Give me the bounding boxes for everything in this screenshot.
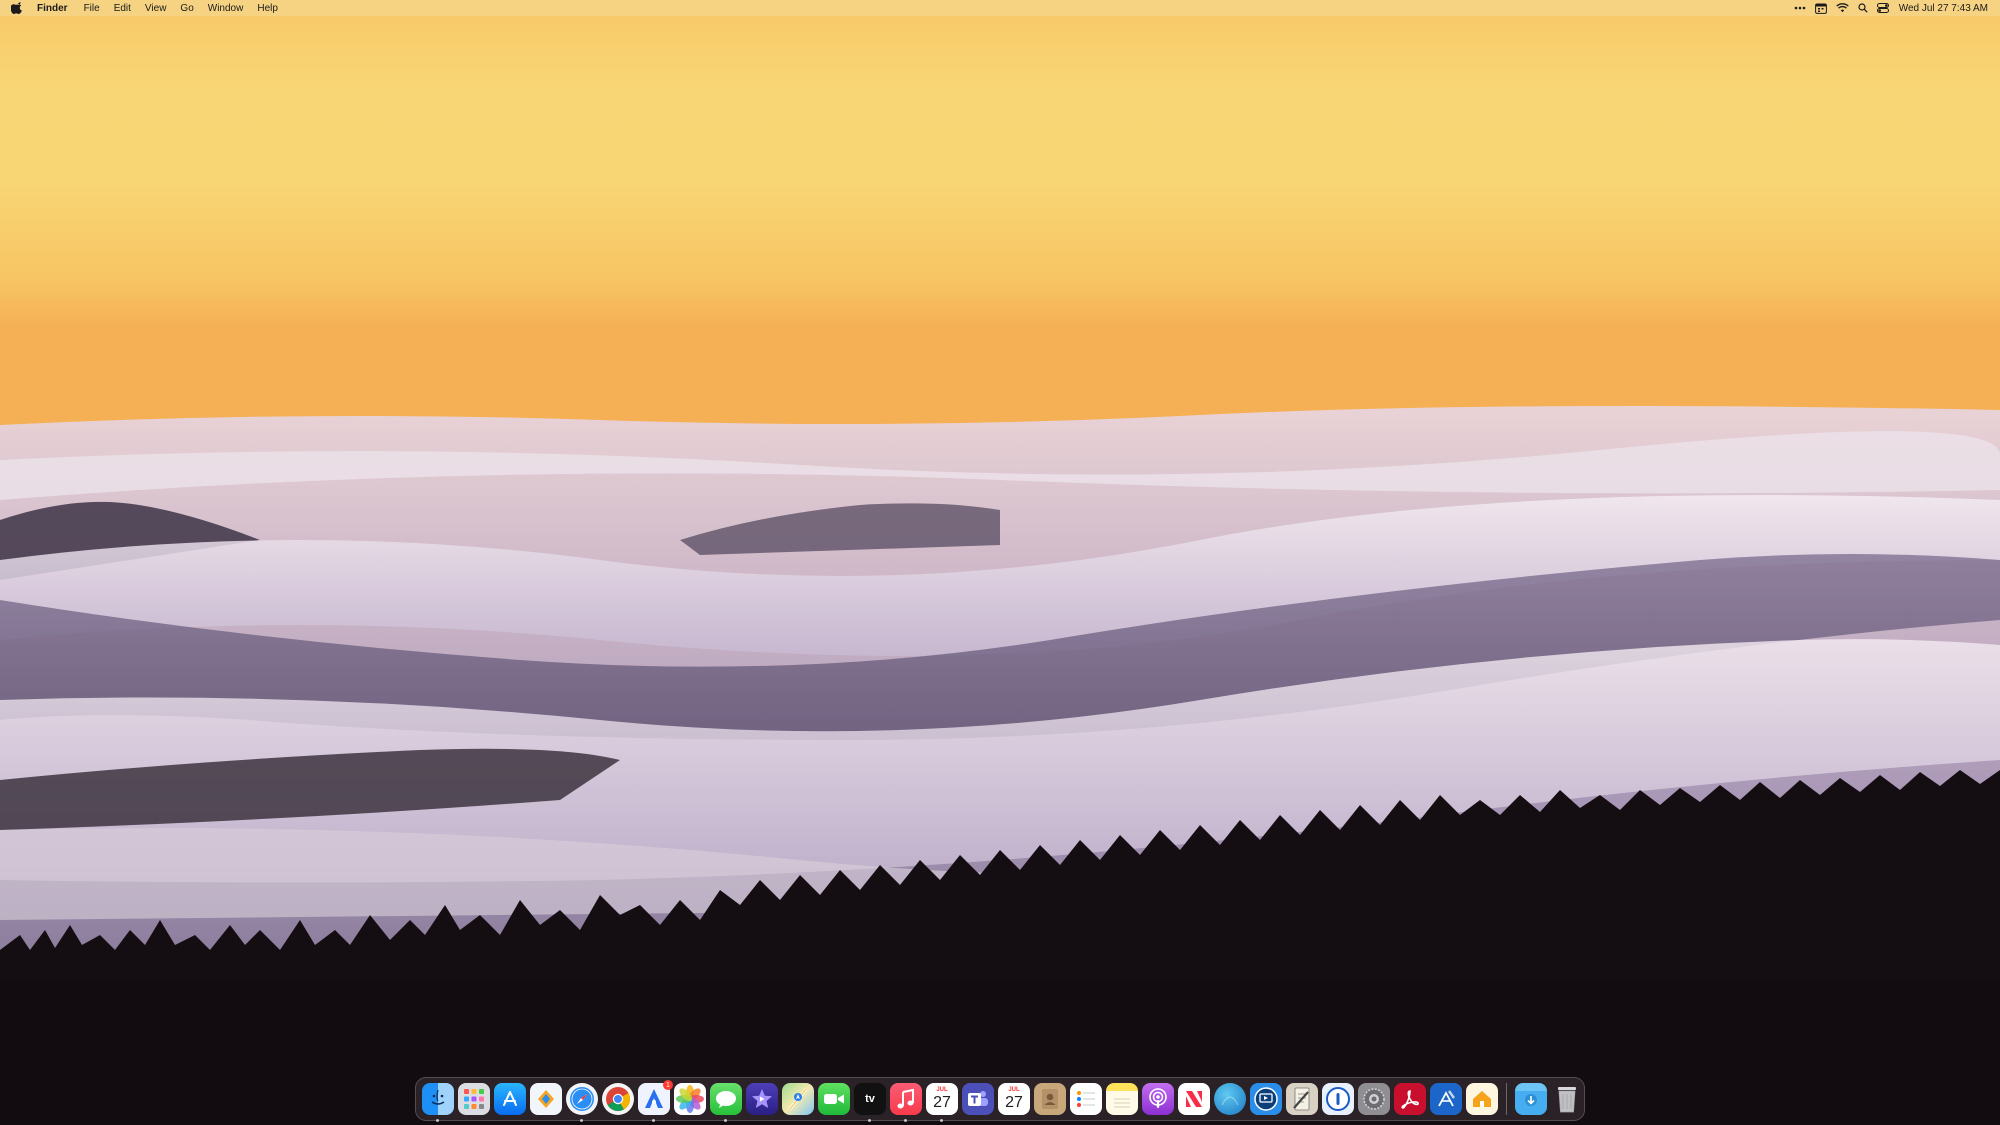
menu-bar-left: Finder File Edit View Go Window Help xyxy=(0,0,292,16)
dock-script-editor-icon[interactable] xyxy=(1286,1083,1318,1115)
dock-acrobat-icon[interactable] xyxy=(1394,1083,1426,1115)
menu-edit[interactable]: Edit xyxy=(114,3,131,14)
menu-help[interactable]: Help xyxy=(257,3,278,14)
wallpaper-art xyxy=(0,406,2000,1125)
dock-1password-icon[interactable] xyxy=(1322,1083,1354,1115)
calendar-icon[interactable] xyxy=(1814,0,1827,16)
calendar-month: JUL xyxy=(936,1087,948,1093)
menu-file[interactable]: File xyxy=(84,3,100,14)
dock-app-store-icon[interactable] xyxy=(494,1083,526,1115)
dock-calendar-icon[interactable]: JUL 27 xyxy=(926,1083,958,1122)
dock-music-icon[interactable] xyxy=(890,1083,922,1122)
dock-home-icon[interactable] xyxy=(1466,1083,1498,1115)
calendar-day: 27 xyxy=(933,1094,951,1111)
dock-contacts-icon[interactable] xyxy=(1034,1083,1066,1115)
fantastical-month: JUL xyxy=(1008,1087,1020,1093)
more-icon[interactable] xyxy=(1794,0,1806,16)
dock-photos-icon[interactable] xyxy=(674,1083,706,1115)
control-center-icon[interactable] xyxy=(1876,0,1889,16)
dock-safari-icon[interactable] xyxy=(566,1083,598,1122)
running-indicator xyxy=(436,1119,439,1122)
dock-trash-icon[interactable] xyxy=(1551,1083,1583,1115)
dock-chrome-icon[interactable] xyxy=(602,1083,634,1115)
tv-label: tv xyxy=(865,1092,875,1105)
running-indicator xyxy=(904,1119,907,1122)
wifi-icon[interactable] xyxy=(1835,0,1849,16)
running-indicator xyxy=(580,1119,583,1122)
menu-go[interactable]: Go xyxy=(180,3,193,14)
running-indicator xyxy=(724,1119,727,1122)
dock-maps-icon[interactable] xyxy=(782,1083,814,1115)
dock-facetime-icon[interactable] xyxy=(818,1083,850,1115)
dock-apple-tv-icon[interactable]: tv xyxy=(854,1083,886,1122)
running-indicator xyxy=(652,1119,655,1122)
menu-window[interactable]: Window xyxy=(208,3,244,14)
dock-news-icon[interactable] xyxy=(1178,1083,1210,1115)
dock-fantastical-icon[interactable]: JUL 27 xyxy=(998,1083,1030,1115)
dock-separator xyxy=(1506,1083,1507,1115)
running-indicator xyxy=(868,1119,871,1122)
dock-screens-icon[interactable] xyxy=(1250,1083,1282,1115)
desktop-wallpaper xyxy=(0,0,2000,1125)
dock-reminders-icon[interactable] xyxy=(1070,1083,1102,1115)
dock-finder-icon[interactable] xyxy=(422,1083,454,1122)
running-indicator xyxy=(940,1119,943,1122)
fantastical-day: 27 xyxy=(1005,1094,1023,1111)
dock-launchpad-icon[interactable] xyxy=(458,1083,490,1115)
dock-teams-icon[interactable] xyxy=(962,1083,994,1115)
menu-view[interactable]: View xyxy=(145,3,167,14)
dock-network-radar-icon[interactable] xyxy=(1214,1083,1246,1115)
menu-bar-right: Wed Jul 27 7:43 AM xyxy=(1785,0,2000,16)
dock-instruments-icon[interactable]: 1 xyxy=(638,1080,673,1122)
dock-messages-icon[interactable] xyxy=(710,1083,742,1122)
dock-copilot-icon[interactable] xyxy=(530,1083,562,1115)
dock-imovie-icon[interactable] xyxy=(746,1083,778,1115)
dock: 1 tv JUL 27 JUL 27 xyxy=(415,1077,1585,1122)
apple-menu-icon[interactable] xyxy=(11,2,23,15)
dock-podcasts-icon[interactable] xyxy=(1142,1083,1174,1115)
notification-badge: 1 xyxy=(663,1080,673,1090)
menu-clock[interactable]: Wed Jul 27 7:43 AM xyxy=(1899,3,1988,14)
dock-notes-icon[interactable] xyxy=(1106,1083,1138,1115)
menu-app-name[interactable]: Finder xyxy=(37,3,68,14)
menu-bar: Finder File Edit View Go Window Help Wed… xyxy=(0,0,2000,16)
dock-system-settings-icon[interactable] xyxy=(1358,1083,1390,1115)
dock-downloads-folder-icon[interactable] xyxy=(1515,1083,1547,1115)
dock-xcode-icon[interactable] xyxy=(1430,1083,1462,1115)
spotlight-icon[interactable] xyxy=(1858,0,1868,16)
